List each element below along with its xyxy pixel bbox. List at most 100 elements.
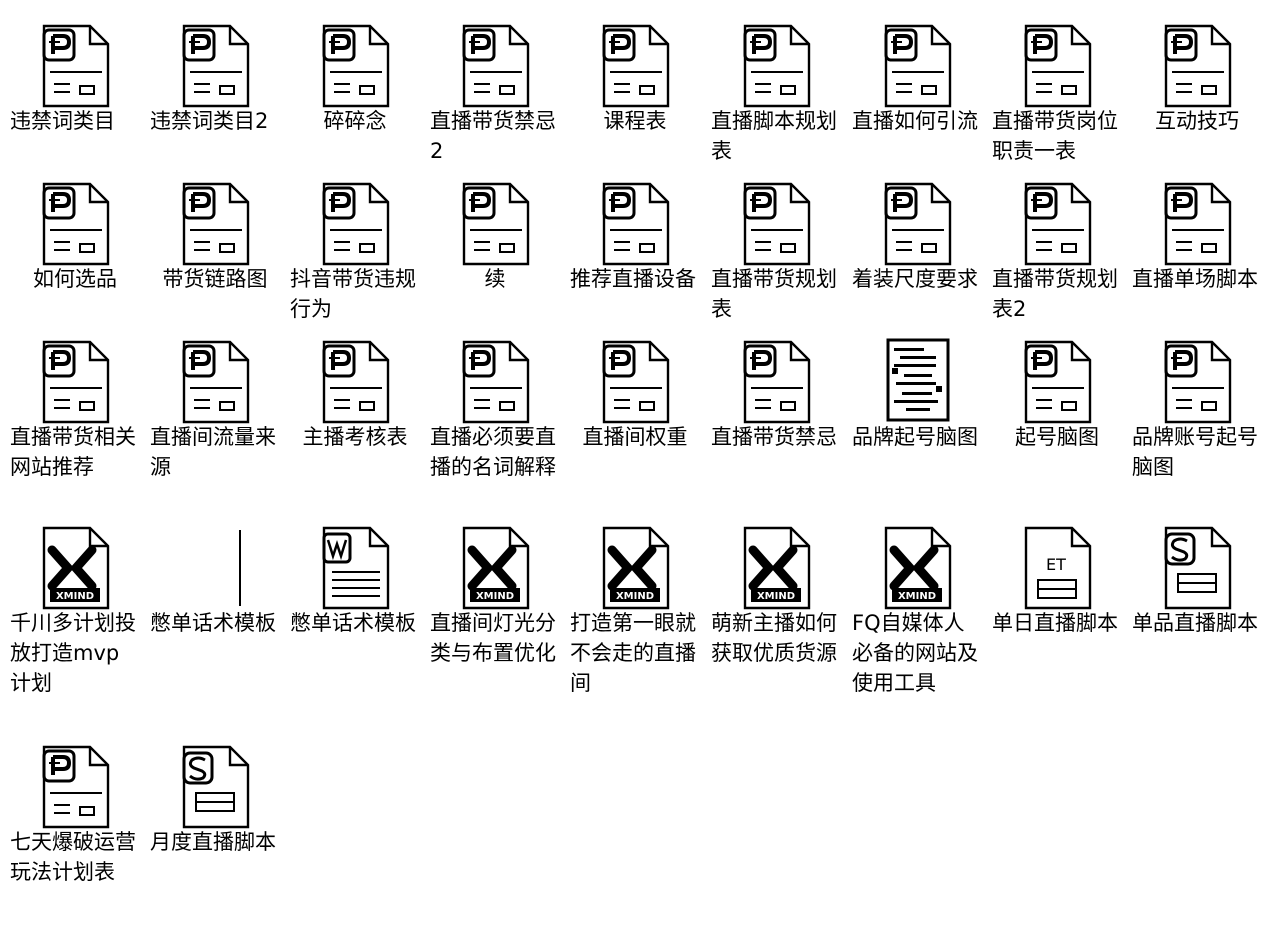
file-name-label: 直播脚本规划表 xyxy=(711,109,837,163)
file-item[interactable]: 抖音带货违规行为 xyxy=(290,164,420,321)
file-item[interactable]: 直播带货禁忌2 xyxy=(430,6,560,163)
pdf-file-icon xyxy=(458,180,534,268)
file-item[interactable]: XMIND 千川多计划投放打造mvp计划 xyxy=(10,508,140,695)
file-name-label: 直播带货禁忌 xyxy=(711,425,837,449)
wps-file-icon xyxy=(1160,524,1236,612)
svg-text:ET: ET xyxy=(1046,555,1066,574)
pdf-file-icon xyxy=(880,22,956,110)
blank-file-icon xyxy=(178,524,254,612)
file-name-label: 品牌起号脑图 xyxy=(852,425,978,449)
file-item[interactable]: XMIND 直播间灯光分类与布置优化 xyxy=(430,508,560,665)
pdf-file-icon xyxy=(38,338,114,426)
file-item[interactable]: 如何选品 xyxy=(10,164,140,314)
file-item[interactable]: 直播间权重 xyxy=(570,322,700,472)
pdf-file-icon xyxy=(1160,180,1236,268)
file-item[interactable]: 直播间流量来源 xyxy=(150,322,280,479)
file-item[interactable]: 直播单场脚本 xyxy=(1132,164,1262,314)
file-name-label: 违禁词类目2 xyxy=(150,109,269,133)
pdf-file-icon xyxy=(1020,338,1096,426)
pdf-file-icon xyxy=(598,22,674,110)
file-name-label: 品牌账号起号脑图 xyxy=(1132,425,1258,479)
wps-file-icon xyxy=(178,743,254,831)
pdf-file-icon xyxy=(739,22,815,110)
file-item[interactable]: XMIND FQ自媒体人必备的网站及使用工具 xyxy=(852,508,982,695)
file-name-label: 互动技巧 xyxy=(1155,109,1239,133)
image-file-icon xyxy=(880,338,956,426)
file-name-label: 直播必须要直播的名词解释 xyxy=(430,425,556,479)
file-name-label: 萌新主播如何获取优质货源 xyxy=(711,611,837,665)
spreadsheet-file-icon: ET xyxy=(1020,524,1096,612)
xmind-file-icon: XMIND xyxy=(739,524,815,612)
file-item[interactable]: 憋单话术模板 xyxy=(150,508,280,658)
pdf-file-icon xyxy=(178,22,254,110)
file-item[interactable]: 着装尺度要求 xyxy=(852,164,982,314)
pdf-file-icon xyxy=(739,180,815,268)
file-item[interactable]: 课程表 xyxy=(570,6,700,156)
file-item[interactable]: 起号脑图 xyxy=(992,322,1122,472)
pdf-file-icon xyxy=(458,338,534,426)
file-item[interactable]: 七天爆破运营玩法计划表 xyxy=(10,727,140,884)
pdf-file-icon xyxy=(1160,22,1236,110)
file-item[interactable]: 主播考核表 xyxy=(290,322,420,472)
file-item[interactable]: XMIND 打造第一眼就不会走的直播间 xyxy=(570,508,700,695)
file-name-label: 直播带货规划表2 xyxy=(992,267,1118,321)
file-item[interactable]: 续 xyxy=(430,164,560,314)
xmind-file-icon: XMIND xyxy=(598,524,674,612)
file-name-label: 直播带货禁忌2 xyxy=(430,109,556,163)
file-item[interactable]: 违禁词类目 xyxy=(10,6,140,156)
pdf-file-icon xyxy=(739,338,815,426)
pdf-file-icon xyxy=(880,180,956,268)
pdf-file-icon xyxy=(598,338,674,426)
file-name-label: 千川多计划投放打造mvp计划 xyxy=(10,611,136,695)
pdf-file-icon xyxy=(178,180,254,268)
pdf-file-icon xyxy=(1020,22,1096,110)
file-name-label: 推荐直播设备 xyxy=(570,267,696,291)
file-name-label: 抖音带货违规行为 xyxy=(290,267,416,321)
file-item[interactable]: 直播带货规划表 xyxy=(711,164,841,321)
pdf-file-icon xyxy=(598,180,674,268)
file-item[interactable]: 直播如何引流 xyxy=(852,6,982,156)
file-item[interactable]: 单品直播脚本 xyxy=(1132,508,1262,658)
file-item[interactable]: 推荐直播设备 xyxy=(570,164,700,314)
file-item[interactable]: 憋单话术模板 xyxy=(290,508,420,658)
file-item[interactable]: 直播脚本规划表 xyxy=(711,6,841,163)
pdf-file-icon xyxy=(38,180,114,268)
file-item[interactable]: 月度直播脚本 xyxy=(150,727,280,877)
file-item[interactable]: 直播带货岗位职责一表 xyxy=(992,6,1122,163)
file-grid: 违禁词类目 违禁词类目2 碎碎念 直播带货禁忌2 课程表 直播脚本规划表 直播如何引流 直播带… xyxy=(0,0,1280,942)
svg-text:XMIND: XMIND xyxy=(757,591,795,602)
file-name-label: 续 xyxy=(484,267,506,291)
file-item[interactable]: 直播带货规划表2 xyxy=(992,164,1122,321)
svg-text:XMIND: XMIND xyxy=(898,591,936,602)
pdf-file-icon xyxy=(1160,338,1236,426)
pdf-file-icon xyxy=(318,22,394,110)
file-name-label: 直播带货相关网站推荐 xyxy=(10,425,136,479)
file-name-label: 直播间灯光分类与布置优化 xyxy=(430,611,556,665)
file-name-label: 憋单话术模板 xyxy=(290,611,416,635)
file-item[interactable]: 直播必须要直播的名词解释 xyxy=(430,322,560,479)
pdf-file-icon xyxy=(38,22,114,110)
file-item[interactable]: 碎碎念 xyxy=(290,6,420,156)
file-item[interactable]: 品牌账号起号脑图 xyxy=(1132,322,1262,479)
file-item[interactable]: 直播带货相关网站推荐 xyxy=(10,322,140,479)
file-name-label: 单品直播脚本 xyxy=(1132,611,1258,635)
pdf-file-icon xyxy=(458,22,534,110)
file-item[interactable]: 品牌起号脑图 xyxy=(852,322,982,472)
file-name-label: 月度直播脚本 xyxy=(150,830,276,854)
file-name-label: 主播考核表 xyxy=(302,425,408,449)
file-item[interactable]: ET 单日直播脚本 xyxy=(992,508,1122,658)
file-name-label: 带货链路图 xyxy=(162,267,268,291)
svg-text:XMIND: XMIND xyxy=(616,591,654,602)
file-name-label: 憋单话术模板 xyxy=(150,611,276,635)
file-name-label: 直播单场脚本 xyxy=(1132,267,1258,291)
file-name-label: 碎碎念 xyxy=(323,109,387,133)
file-item[interactable]: 直播带货禁忌 xyxy=(711,322,841,472)
file-name-label: 直播带货岗位职责一表 xyxy=(992,109,1118,163)
xmind-file-icon: XMIND xyxy=(880,524,956,612)
file-name-label: 如何选品 xyxy=(33,267,117,291)
file-item[interactable]: 违禁词类目2 xyxy=(150,6,280,156)
file-item[interactable]: 带货链路图 xyxy=(150,164,280,314)
file-name-label: 打造第一眼就不会走的直播间 xyxy=(570,611,696,695)
file-item[interactable]: XMIND 萌新主播如何获取优质货源 xyxy=(711,508,841,665)
file-item[interactable]: 互动技巧 xyxy=(1132,6,1262,156)
